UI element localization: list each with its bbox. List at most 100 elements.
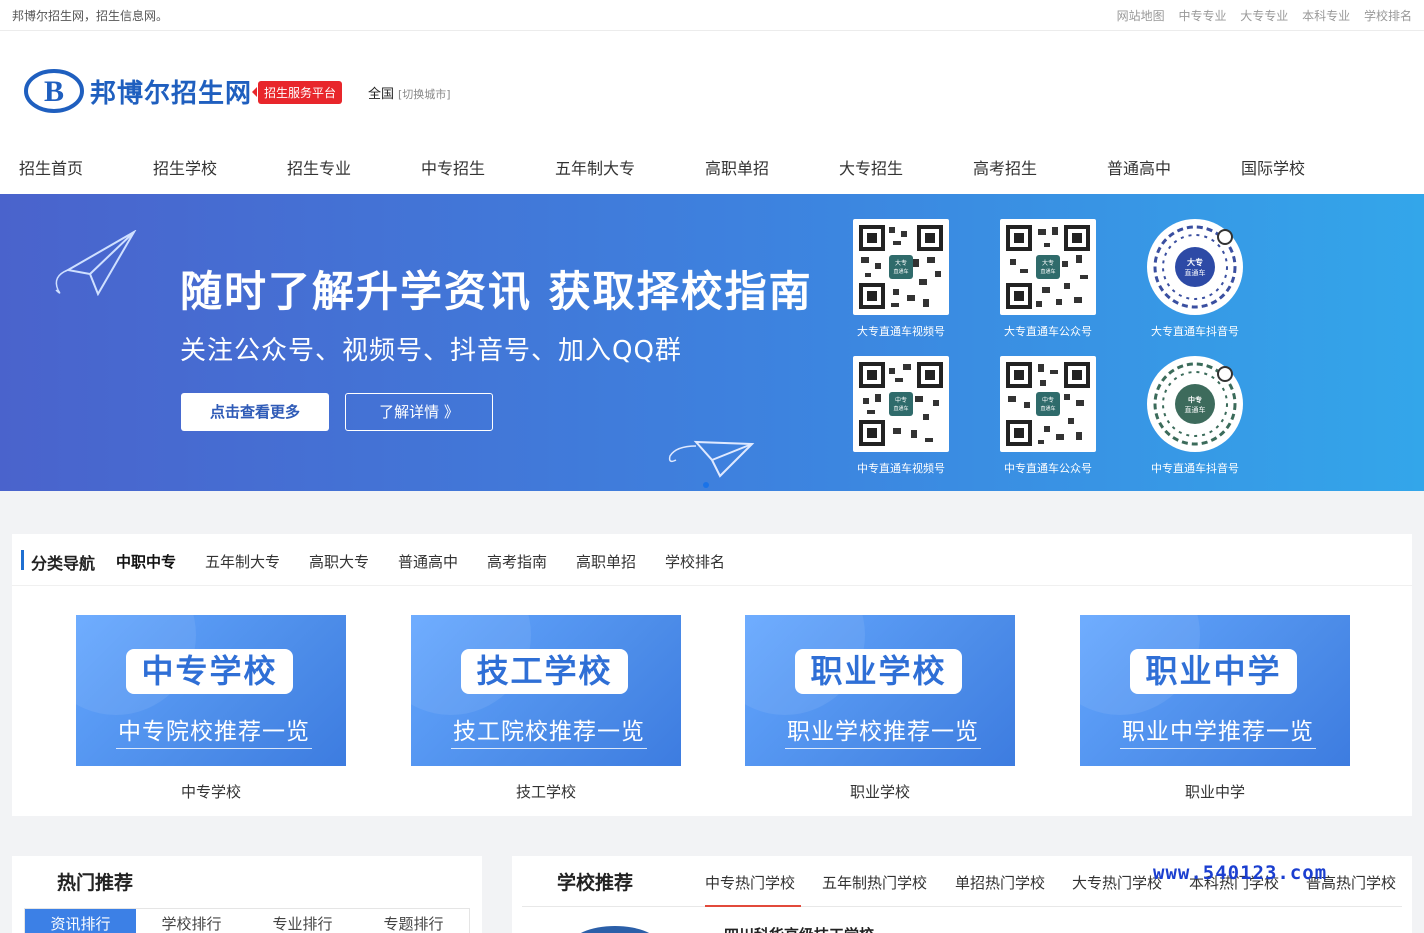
card-zhiye-school[interactable]: 职业学校 职业学校推荐一览 <box>745 615 1015 766</box>
school-tab-five-year[interactable]: 五年制热门学校 <box>822 872 927 893</box>
category-header: 分类导航 中职中专 五年制大专 高职大专 普通高中 高考指南 高职单招 学校排名 <box>12 534 1412 586</box>
nav-five-year[interactable]: 五年制大专 <box>555 155 635 179</box>
card-label[interactable]: 职业学校 <box>745 781 1015 802</box>
promo-banner[interactable]: 随时了解升学资讯 获取择校指南 关注公众号、视频号、抖音号、加入QQ群 点击查看… <box>0 194 1424 491</box>
svg-text:直通车: 直通车 <box>1185 268 1206 277</box>
qr-caption: 中专直通车视频号 <box>857 462 945 475</box>
school-tab-danzhao[interactable]: 单招热门学校 <box>955 872 1045 893</box>
hot-tab-major[interactable]: 专业排行 <box>247 909 358 933</box>
category-tab-zhongzhi[interactable]: 中职中专 <box>116 551 176 572</box>
douyin-code-icon: 大专 直通车 <box>1147 219 1243 315</box>
svg-text:大专: 大专 <box>1187 257 1203 267</box>
platform-tag: 招生服务平台 <box>251 81 343 104</box>
school-tab-zhongzhuan[interactable]: 中专热门学校 <box>705 872 795 893</box>
card-title: 职业学校 <box>795 649 962 694</box>
carousel-dot-active[interactable] <box>703 482 709 488</box>
card-subtitle: 职业学校推荐一览 <box>785 712 981 749</box>
card-label[interactable]: 技工学校 <box>411 781 681 802</box>
qr-dazhuan-official[interactable]: 大专 直通车 大专直通车公众号 <box>1000 219 1096 339</box>
card-jigong-school[interactable]: 技工学校 技工院校推荐一览 <box>411 615 681 766</box>
paper-plane-small-icon <box>668 440 755 478</box>
card-label[interactable]: 职业中学 <box>1080 781 1350 802</box>
qr-code-icon: 大专 直通车 <box>1000 219 1096 315</box>
nav-dazhuan[interactable]: 大专招生 <box>839 155 903 179</box>
site-name[interactable]: 邦博尔招生网 <box>90 73 252 110</box>
school-tab-dazhuan[interactable]: 大专热门学校 <box>1072 872 1162 893</box>
top-link-school-rank[interactable]: 学校排名 <box>1364 9 1412 23</box>
logo-letter: B <box>44 75 64 108</box>
active-tab-underline <box>705 905 801 907</box>
qr-caption: 中专直通车公众号 <box>1004 462 1092 475</box>
qr-code-icon: 中专 直通车 <box>1000 356 1096 452</box>
view-more-button[interactable]: 点击查看更多 <box>181 393 329 431</box>
category-tab-gaozhi[interactable]: 高职大专 <box>309 551 369 572</box>
learn-detail-button[interactable]: 了解详情 》 <box>345 393 493 431</box>
nav-schools[interactable]: 招生学校 <box>153 155 217 179</box>
qr-dazhuan-douyin[interactable]: 大专 直通车 大专直通车抖音号 <box>1147 219 1243 339</box>
qr-caption: 大专直通车公众号 <box>1004 325 1092 338</box>
category-tab-gaokao[interactable]: 高考指南 <box>487 551 547 572</box>
card-title: 技工学校 <box>461 649 628 694</box>
card-title: 职业中学 <box>1130 649 1297 694</box>
school-title: 学校推荐 <box>557 872 634 894</box>
nav-gaokao[interactable]: 高考招生 <box>973 155 1037 179</box>
nav-home[interactable]: 招生首页 <box>19 155 83 179</box>
svg-text:大专: 大专 <box>1042 259 1054 267</box>
paper-plane-icon <box>55 230 137 296</box>
banner-subline: 关注公众号、视频号、抖音号、加入QQ群 <box>180 336 682 366</box>
city-selector[interactable]: 全国 [切换城市] <box>368 83 451 102</box>
card-subtitle: 职业中学推荐一览 <box>1120 712 1316 749</box>
category-tab-high-school[interactable]: 普通高中 <box>398 551 458 572</box>
nav-zhongzhuan[interactable]: 中专招生 <box>421 155 485 179</box>
top-link-zhongzhuan-major[interactable]: 中专专业 <box>1178 9 1226 23</box>
card-zhiye-middle[interactable]: 职业中学 职业中学推荐一览 <box>1080 615 1350 766</box>
school-logo[interactable] <box>570 926 660 933</box>
category-tab-rank[interactable]: 学校排名 <box>665 551 725 572</box>
hot-title: 热门推荐 <box>57 872 134 894</box>
card-label[interactable]: 中专学校 <box>76 781 346 802</box>
qr-caption: 中专直通车抖音号 <box>1151 462 1239 475</box>
current-city: 全国 <box>368 87 395 102</box>
svg-text:大专: 大专 <box>895 259 907 267</box>
svg-text:直通车: 直通车 <box>893 405 908 412</box>
category-tab-five-year[interactable]: 五年制大专 <box>205 551 280 572</box>
top-link-sitemap[interactable]: 网站地图 <box>1117 9 1165 23</box>
hot-tab-topic[interactable]: 专题排行 <box>358 909 469 933</box>
hot-tab-school[interactable]: 学校排行 <box>136 909 247 933</box>
hot-tabs: 资讯排行 学校排行 专业排行 专题排行 <box>24 908 470 933</box>
nav-high-school[interactable]: 普通高中 <box>1107 155 1171 179</box>
qr-zhongzhuan-video[interactable]: 中专 直通车 中专直通车视频号 <box>853 356 949 476</box>
site-logo-icon[interactable]: B <box>24 69 84 113</box>
nav-danzhao[interactable]: 高职单招 <box>705 155 769 179</box>
category-title: 分类导航 <box>31 554 96 573</box>
svg-text:直通车: 直通车 <box>893 268 908 275</box>
svg-text:直通车: 直通车 <box>1040 405 1055 412</box>
main-nav: 招生首页 招生学校 招生专业 中专招生 五年制大专 高职单招 大专招生 高考招生… <box>0 153 1424 193</box>
top-links: 网站地图 中专专业 大专专业 本科专业 学校排名 <box>1107 7 1412 24</box>
top-link-benke-major[interactable]: 本科专业 <box>1302 9 1350 23</box>
nav-international[interactable]: 国际学校 <box>1241 155 1305 179</box>
watermark-text: www.540123.com <box>1153 862 1328 884</box>
tab-divider <box>522 906 1402 907</box>
site-slogan: 邦博尔招生网，招生信息网。 <box>12 9 169 23</box>
hot-tab-news[interactable]: 资讯排行 <box>25 909 136 933</box>
card-title: 中专学校 <box>126 649 293 694</box>
svg-text:中专: 中专 <box>895 396 907 404</box>
switch-city-link[interactable]: [切换城市] <box>398 88 451 101</box>
svg-text:中专: 中专 <box>1042 396 1054 404</box>
school-item-name[interactable]: 四川科华高级技工学校 <box>724 924 874 933</box>
svg-text:直通车: 直通车 <box>1185 405 1206 414</box>
card-zhongzhuan-school[interactable]: 中专学校 中专院校推荐一览 <box>76 615 346 766</box>
qr-zhongzhuan-douyin[interactable]: 中专 直通车 中专直通车抖音号 <box>1147 356 1243 476</box>
hot-panel: 热门推荐 资讯排行 学校排行 专业排行 专题排行 <box>12 856 482 933</box>
nav-majors[interactable]: 招生专业 <box>287 155 351 179</box>
carousel-dots[interactable] <box>700 473 712 491</box>
qr-zhongzhuan-official[interactable]: 中专 直通车 中专直通车公众号 <box>1000 356 1096 476</box>
title-accent-bar <box>21 550 24 570</box>
top-link-dazhuan-major[interactable]: 大专专业 <box>1240 9 1288 23</box>
svg-text:中专: 中专 <box>1188 395 1202 404</box>
qr-code-icon: 大专 直通车 <box>853 219 949 315</box>
qr-dazhuan-video[interactable]: 大专 直通车 大专直通车视频号 <box>853 219 949 339</box>
card-subtitle: 技工院校推荐一览 <box>451 712 647 749</box>
category-tab-danzhao[interactable]: 高职单招 <box>576 551 636 572</box>
